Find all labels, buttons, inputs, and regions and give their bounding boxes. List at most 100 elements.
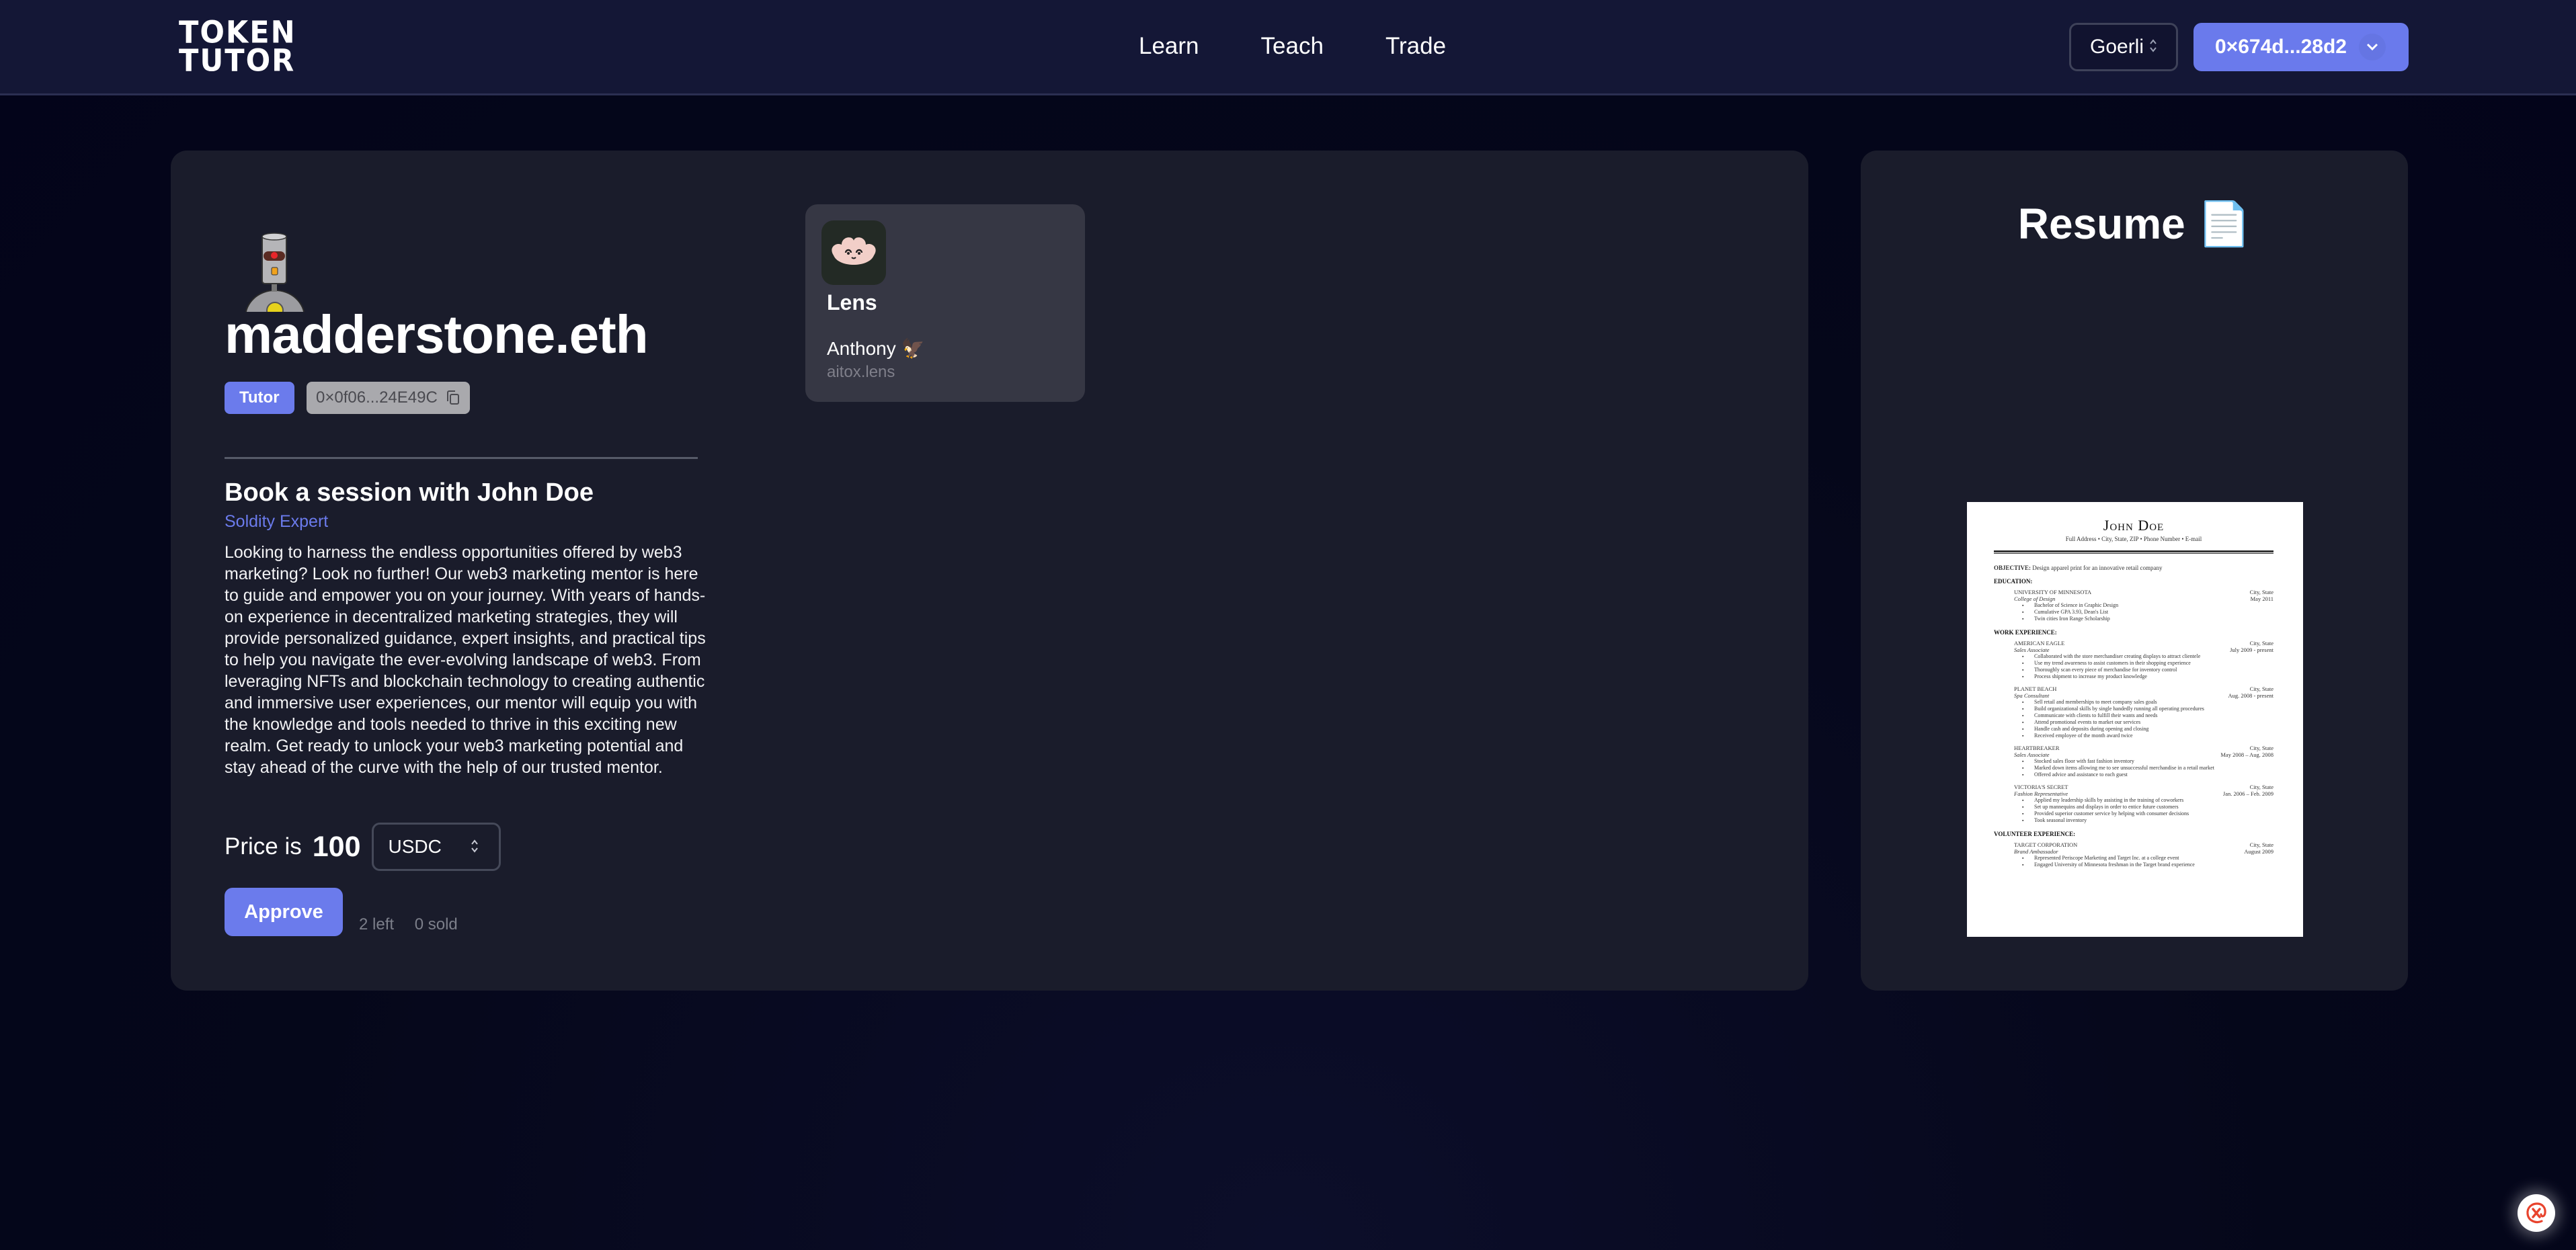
chevron-down-icon (2358, 34, 2386, 60)
entry-role: Sales Associate (2014, 751, 2050, 758)
bullet: Process shipment to increase my product … (2022, 673, 2273, 680)
account-address: 0×674d...28d2 (2215, 36, 2347, 58)
copy-icon[interactable] (446, 390, 460, 406)
chevron-updown-icon (2149, 38, 2157, 56)
resume-title: Resume 📄 (2017, 200, 2251, 248)
entry-role: Spa Consultant (2014, 692, 2050, 699)
resume-entry: HEARTBREAKER City, State Sales Associate Ma… (1994, 745, 2273, 778)
entry-role: Fashion Representative (2014, 790, 2068, 797)
entry-org: PLANET BEACH (2014, 685, 2057, 692)
session-subtitle: Soldity Expert (225, 512, 329, 531)
entry-location: City, State (2249, 784, 2273, 790)
navbar: TOKEN TUTOR Learn Teach Trade Goerli 0×6… (0, 0, 2576, 95)
network-selector[interactable]: Goerli (2069, 23, 2178, 71)
bullet: Attend promotional events to market our … (2022, 719, 2273, 726)
left-count: 2 left (359, 915, 395, 933)
lens-handle: aitox.lens (827, 363, 895, 381)
bullet: Bachelor of Science in Graphic Design (2022, 602, 2273, 609)
resume-rule (1994, 550, 2273, 554)
price-row: Price is 100 USDC (225, 823, 501, 871)
nav-trade[interactable]: Trade (1385, 30, 1446, 63)
education-label: EDUCATION: (1994, 578, 2033, 585)
bullet: Represented Periscope Marketing and Targ… (2022, 855, 2273, 862)
bullet: Handle cash and deposits during opening … (2022, 726, 2273, 733)
bullet: Build organizational skills by single ha… (2022, 706, 2273, 712)
resume-entry: AMERICAN EAGLE City, State Sales Associate… (1994, 640, 2273, 680)
entry-bullets: Stocked sales floor with fast fashion in… (2014, 758, 2273, 778)
resume-card: Resume 📄 John Doe Full Address • City, S… (1861, 151, 2408, 991)
token-tutor-logo[interactable]: TOKEN TUTOR (179, 17, 296, 79)
entry-bullets: Sell retail and memberships to meet comp… (2014, 699, 2273, 739)
lens-profile-name: Anthony 🦅 (827, 338, 925, 359)
volunteer-label: VOLUNTEER EXPERIENCE: (1994, 831, 2076, 837)
bullet: Applied my leadership skills by assistin… (2022, 797, 2273, 804)
tutor-card: madderstone.eth Tutor 0×0f06...24E49C Bo… (171, 151, 1808, 991)
entry-date: May 2011 (2250, 595, 2273, 602)
bullet: Communicate with clients to fulfill thei… (2022, 712, 2273, 719)
entry-role: Sales Associate (2014, 647, 2050, 653)
entry-org: AMERICAN EAGLE (2014, 640, 2065, 647)
bullet: Set up mannequins and displays in order … (2022, 804, 2273, 810)
floating-widget-button[interactable] (2518, 1194, 2555, 1232)
bullet: Thoroughly scan every piece of merchandi… (2022, 667, 2273, 673)
sold-count: 0 sold (414, 915, 458, 933)
bullet: Cumulative GPA 3.93, Dean's List (2022, 609, 2273, 616)
bullet: Sell retail and memberships to meet comp… (2022, 699, 2273, 706)
entry-location: City, State (2249, 841, 2273, 848)
entry-bullets: Bachelor of Science in Graphic Design Cu… (2014, 602, 2273, 622)
bullet: Marked down items allowing me to see uns… (2022, 765, 2273, 772)
at-x-icon (2526, 1202, 2546, 1224)
bullet: Offered advice and assistance to each gu… (2022, 772, 2273, 778)
currency-value: USDC (388, 836, 442, 857)
entry-org: HEARTBREAKER (2014, 745, 2060, 751)
lens-profile-card[interactable]: Lens Anthony 🦅 aitox.lens (805, 204, 1085, 402)
resume-document[interactable]: John Doe Full Address • City, State, ZIP… (1967, 502, 2303, 937)
entry-bullets: Applied my leadership skills by assistin… (2014, 797, 2273, 824)
session-title: Book a session with John Doe (225, 478, 594, 507)
bullet: Stocked sales floor with fast fashion in… (2022, 758, 2273, 765)
bullet: Collaborated with the store merchandiser… (2022, 653, 2273, 660)
objective-label: OBJECTIVE: (1994, 565, 2031, 571)
network-name: Goerli (2089, 36, 2144, 58)
work-list: AMERICAN EAGLE City, State Sales Associate… (1994, 640, 2273, 824)
approve-button[interactable]: Approve (225, 888, 343, 936)
resume-entry: VICTORIA'S SECRET City, State Fashion Repr… (1994, 784, 2273, 824)
entry-date: July 2009 - present (2230, 647, 2273, 653)
account-button[interactable]: 0×674d...28d2 (2193, 23, 2409, 71)
bullet: Provided superior customer service by he… (2022, 810, 2273, 817)
stock-info: 2 left 0 sold (359, 915, 474, 934)
bullet: Twin cities Iron Range Scholarship (2022, 616, 2273, 622)
entry-bullets: Represented Periscope Marketing and Targ… (2014, 855, 2273, 868)
entry-date: May 2008 – Aug. 2008 (2220, 751, 2273, 758)
entry-bullets: Collaborated with the store merchandiser… (2014, 653, 2273, 680)
work-label: WORK EXPERIENCE: (1994, 629, 2057, 636)
entry-role: Brand Ambassador (2014, 848, 2058, 855)
objective-text: Design apparel print for an innovative r… (2032, 565, 2163, 571)
main-nav: Learn Teach Trade (1139, 30, 1508, 63)
nav-teach[interactable]: Teach (1261, 30, 1324, 63)
wallet-address: 0×0f06...24E49C (316, 388, 438, 407)
resume-entry: TARGET CORPORATION City, State Brand Amba… (1994, 841, 2273, 868)
price-value: 100 (312, 830, 361, 863)
bullet: Took seasonal inventory (2022, 817, 2273, 824)
entry-date: August 2009 (2244, 848, 2273, 855)
entry-location: City, State (2249, 589, 2273, 595)
logo-line-2: TUTOR (179, 43, 296, 79)
entry-date: Jan. 2006 – Feb. 2009 (2222, 790, 2273, 797)
price-label: Price is (225, 833, 302, 860)
chevron-updown-icon (471, 838, 479, 857)
bullet: Engaged University of Minnesota freshman… (2022, 862, 2273, 868)
bullet: Use my trend awareness to assist custome… (2022, 660, 2273, 667)
entry-org: TARGET CORPORATION (2014, 841, 2078, 848)
entry-role: College of Design (2014, 595, 2056, 602)
resume-objective: OBJECTIVE: Design apparel print for an i… (1994, 565, 2273, 571)
resume-contact: Full Address • City, State, ZIP • Phone … (2065, 536, 2202, 542)
avatar (238, 231, 319, 312)
nav-learn[interactable]: Learn (1139, 30, 1199, 63)
entry-location: City, State (2249, 685, 2273, 692)
entry-location: City, State (2249, 640, 2273, 647)
wallet-address-badge: 0×0f06...24E49C (307, 382, 470, 414)
lens-platform-name: Lens (827, 290, 877, 315)
currency-select[interactable]: USDC (371, 823, 501, 871)
username: madderstone.eth (225, 304, 649, 364)
